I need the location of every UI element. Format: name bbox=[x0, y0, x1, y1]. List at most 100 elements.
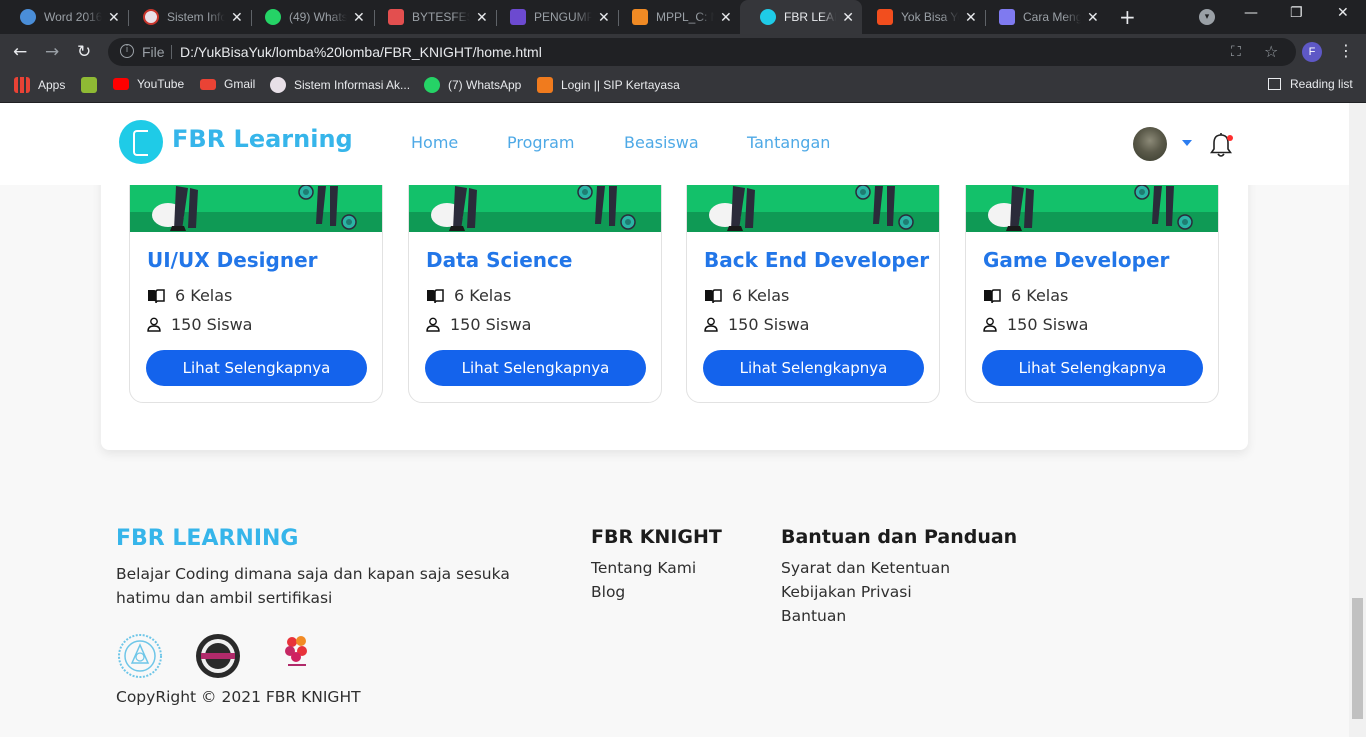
close-icon[interactable]: ✕ bbox=[965, 9, 977, 26]
url-scheme-label: File bbox=[142, 44, 165, 60]
reload-button[interactable]: ↻ bbox=[77, 42, 91, 62]
footer-link-kebijakan[interactable]: Kebijakan Privasi bbox=[781, 583, 912, 601]
university-seal-icon bbox=[118, 634, 162, 678]
classroom-icon bbox=[81, 77, 97, 93]
see-more-button[interactable]: Lihat Selengkapnya bbox=[703, 350, 924, 386]
bookmark-youtube[interactable]: YouTube bbox=[113, 77, 184, 91]
course-students: 150 Siswa bbox=[147, 315, 252, 334]
close-icon[interactable]: ✕ bbox=[353, 9, 365, 26]
bookmark-green[interactable] bbox=[81, 77, 105, 93]
fbr-favicon-icon bbox=[760, 9, 776, 25]
user-icon bbox=[147, 317, 161, 332]
close-icon[interactable]: ✕ bbox=[231, 9, 243, 26]
book-icon bbox=[148, 288, 165, 303]
forward-button[interactable]: → bbox=[45, 42, 59, 62]
bookmark-sip-kertayasa[interactable]: Login || SIP Kertayasa bbox=[537, 77, 680, 93]
reading-list-button[interactable]: Reading list bbox=[1268, 77, 1353, 91]
nav-home[interactable]: Home bbox=[411, 133, 458, 152]
word-favicon-icon bbox=[20, 9, 36, 25]
site-header: FBR Learning Home Program Beasiswa Tanta… bbox=[0, 103, 1349, 185]
address-bar-row: ← → ↻ i File D:/YukBisaYuk/lomba%20lomba… bbox=[0, 34, 1366, 70]
tab-yok-bisa-yok[interactable]: Yok Bisa Yok ✕ bbox=[857, 0, 985, 34]
course-title: Game Developer bbox=[983, 248, 1170, 272]
tab-word[interactable]: Word 2016 ✕ bbox=[0, 0, 128, 34]
close-icon[interactable]: ✕ bbox=[842, 9, 854, 26]
tab-cara-mengirim[interactable]: Cara Mengirim ✕ bbox=[979, 0, 1107, 34]
course-title: Data Science bbox=[426, 248, 573, 272]
see-more-button[interactable]: Lihat Selengkapnya bbox=[425, 350, 646, 386]
tab-pengumpulan[interactable]: PENGUMPULAN ✕ bbox=[490, 0, 618, 34]
tab-fbr-learning[interactable]: FBR LEARNING ✕ bbox=[740, 0, 862, 34]
organization-badge-icon bbox=[196, 634, 240, 678]
book-icon bbox=[705, 288, 722, 303]
site-info-icon[interactable]: i bbox=[120, 44, 134, 58]
bookmark-star-icon[interactable]: ☆ bbox=[1264, 42, 1278, 61]
university-favicon-icon bbox=[143, 9, 159, 25]
back-button[interactable]: ← bbox=[13, 42, 27, 62]
youtube-icon bbox=[113, 78, 129, 90]
site-favicon-icon bbox=[999, 9, 1015, 25]
omnibox-divider bbox=[171, 45, 172, 59]
new-tab-button[interactable]: + bbox=[1119, 5, 1136, 29]
profile-avatar[interactable]: F bbox=[1302, 42, 1322, 62]
close-icon[interactable]: ✕ bbox=[1087, 9, 1099, 26]
course-classes: 6 Kelas bbox=[147, 286, 232, 305]
whatsapp-icon bbox=[424, 77, 440, 93]
brand-name[interactable]: FBR Learning bbox=[172, 125, 353, 153]
bookmark-apps[interactable]: Apps bbox=[14, 77, 65, 93]
close-icon[interactable]: ✕ bbox=[598, 9, 610, 26]
user-icon bbox=[426, 317, 440, 332]
gmail-icon bbox=[200, 78, 216, 90]
close-icon[interactable]: ✕ bbox=[476, 9, 488, 26]
sip-icon bbox=[537, 77, 553, 93]
tab-whatsapp[interactable]: (49) WhatsApp ✕ bbox=[245, 0, 373, 34]
bookmark-whatsapp[interactable]: (7) WhatsApp bbox=[424, 77, 521, 93]
tab-search-icon[interactable]: ▾ bbox=[1199, 9, 1215, 25]
nav-tantangan[interactable]: Tantangan bbox=[747, 133, 830, 152]
omnibox[interactable]: i File D:/YukBisaYuk/lomba%20lomba/FBR_K… bbox=[108, 38, 1296, 66]
page-viewport: UI/UX Designer 6 Kelas 150 Siswa Lihat S… bbox=[0, 103, 1349, 737]
window-close-button[interactable]: ✕ bbox=[1337, 5, 1349, 21]
tab-mppl[interactable]: MPPL_C: M ✕ bbox=[612, 0, 740, 34]
course-title: Back End Developer bbox=[704, 248, 930, 272]
footer-link-blog[interactable]: Blog bbox=[591, 583, 625, 601]
user-icon bbox=[704, 317, 718, 332]
forms-favicon-icon bbox=[510, 9, 526, 25]
apps-grid-icon bbox=[14, 77, 30, 93]
footer-link-tentang-kami[interactable]: Tentang Kami bbox=[591, 559, 696, 577]
whatsapp-favicon-icon bbox=[265, 9, 281, 25]
see-more-button[interactable]: Lihat Selengkapnya bbox=[982, 350, 1203, 386]
reading-list-icon bbox=[1268, 78, 1281, 90]
url-text[interactable]: D:/YukBisaYuk/lomba%20lomba/FBR_KNIGHT/h… bbox=[180, 44, 542, 60]
user-avatar[interactable] bbox=[1133, 127, 1167, 161]
nav-program[interactable]: Program bbox=[507, 133, 575, 152]
bookmark-gmail[interactable]: Gmail bbox=[200, 77, 255, 91]
close-icon[interactable]: ✕ bbox=[720, 9, 732, 26]
scrollbar-thumb[interactable] bbox=[1352, 598, 1363, 719]
brand-logo-icon[interactable] bbox=[119, 120, 163, 164]
footer-col1-title: FBR KNIGHT bbox=[591, 526, 722, 548]
tab-bytesfest[interactable]: BYTESFEST ✕ bbox=[368, 0, 496, 34]
course-students: 150 Siswa bbox=[704, 315, 809, 334]
bookmark-sistem-informasi[interactable]: Sistem Informasi Ak... bbox=[270, 77, 410, 93]
tab-sistem-informasi[interactable]: Sistem Informasi ✕ bbox=[123, 0, 251, 34]
user-icon bbox=[983, 317, 997, 332]
footer-link-syarat[interactable]: Syarat dan Ketentuan bbox=[781, 559, 950, 577]
book-icon bbox=[427, 288, 444, 303]
course-classes: 6 Kelas bbox=[704, 286, 789, 305]
browser-menu-icon[interactable]: ⋮ bbox=[1338, 41, 1354, 60]
translate-icon[interactable]: ⛶ bbox=[1231, 44, 1241, 60]
see-more-button[interactable]: Lihat Selengkapnya bbox=[146, 350, 367, 386]
bytesfest-favicon-icon bbox=[388, 9, 404, 25]
minimize-button[interactable]: — bbox=[1244, 5, 1258, 21]
chevron-down-icon[interactable] bbox=[1182, 140, 1192, 146]
nav-beasiswa[interactable]: Beasiswa bbox=[624, 133, 699, 152]
close-icon[interactable]: ✕ bbox=[108, 9, 120, 26]
footer-link-bantuan[interactable]: Bantuan bbox=[781, 607, 846, 625]
footer-copyright: CopyRight © 2021 FBR KNIGHT bbox=[116, 688, 361, 706]
course-classes: 6 Kelas bbox=[426, 286, 511, 305]
notification-badge bbox=[1227, 135, 1233, 141]
footer-col2-title: Bantuan dan Panduan bbox=[781, 526, 1018, 548]
restore-button[interactable]: ❐ bbox=[1290, 5, 1303, 21]
browser-tab-strip: Word 2016 ✕ Sistem Informasi ✕ (49) What… bbox=[0, 0, 1366, 34]
